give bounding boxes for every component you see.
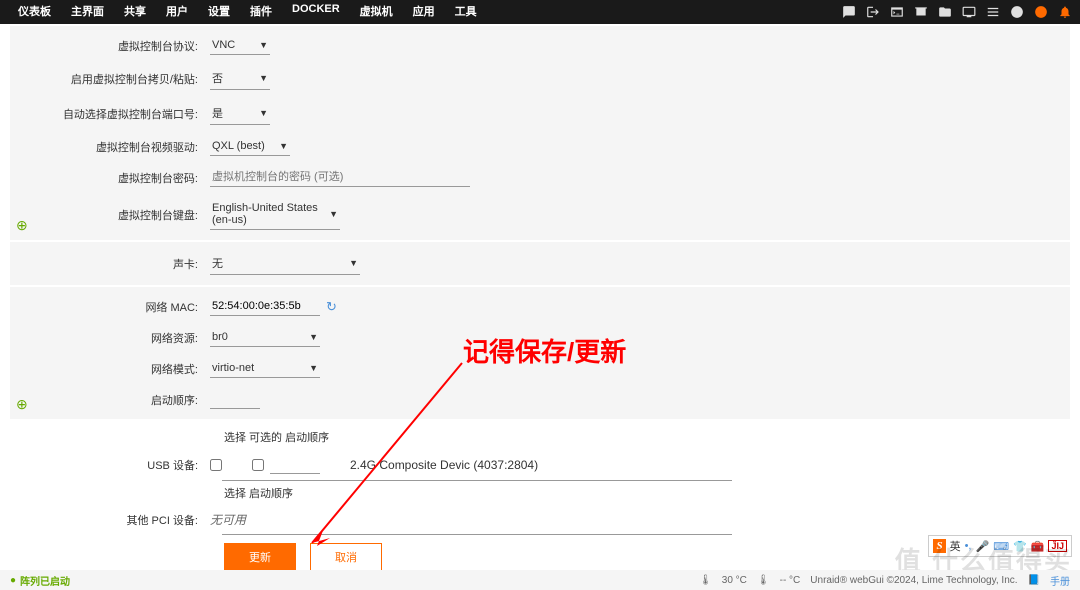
terminal-icon[interactable] xyxy=(890,5,904,19)
list-icon[interactable] xyxy=(986,5,1000,19)
nav-plugins[interactable]: 插件 xyxy=(240,0,282,27)
console-password-label: 虚拟控制台密码: xyxy=(10,170,210,186)
chevron-down-icon: ▼ xyxy=(349,258,358,268)
chevron-down-icon: ▼ xyxy=(329,209,338,219)
console-keyboard-select[interactable]: English-United States (en-us)▼ xyxy=(210,199,340,230)
pci-none-text: 无可用 xyxy=(210,511,246,528)
temp-icon-2: 🌡 xyxy=(757,575,770,586)
help-icon[interactable] xyxy=(1010,5,1024,19)
console-protocol-label: 虚拟控制台协议: xyxy=(10,38,210,54)
ime-keyboard-icon[interactable]: ⌨ xyxy=(993,540,1009,553)
ime-skin-icon[interactable]: 👕 xyxy=(1013,540,1027,553)
nav-icons xyxy=(842,5,1072,19)
windows-icon[interactable] xyxy=(914,5,928,19)
usb-device-name: 2.4G Composite Devic (4037:2804) xyxy=(350,458,538,472)
temp-icon-1: 🌡 xyxy=(699,575,712,586)
network-source-label: 网络资源: xyxy=(10,330,210,346)
monitor-icon[interactable] xyxy=(962,5,976,19)
ime-toolbar[interactable]: S 英 •, 🎤 ⌨ 👕 🧰 ĴIJ xyxy=(928,535,1072,557)
ime-brand-icon: ĴIJ xyxy=(1048,540,1067,552)
sound-select[interactable]: 无▼ xyxy=(210,252,360,275)
sound-section: 声卡: 无▼ xyxy=(10,242,1070,285)
nav-docker[interactable]: DOCKER xyxy=(282,0,350,27)
console-section: 虚拟控制台协议: VNC▼ 启用虚拟控制台拷贝/粘贴: 否▼ 自动选择虚拟控制台… xyxy=(10,26,1070,240)
status-dot-icon: ● xyxy=(10,575,16,586)
console-copypaste-select[interactable]: 否▼ xyxy=(210,67,270,90)
nav-shares[interactable]: 共享 xyxy=(114,0,156,27)
console-copypaste-label: 启用虚拟控制台拷贝/粘贴: xyxy=(10,71,210,87)
nav-tools[interactable]: 工具 xyxy=(445,0,487,27)
update-button[interactable]: 更新 xyxy=(224,543,296,571)
usb-info-2: 选择 启动顺序 xyxy=(10,481,1070,505)
nav-users[interactable]: 用户 xyxy=(156,0,198,27)
nav-vms[interactable]: 虚拟机 xyxy=(350,0,403,27)
usb-label: USB 设备: xyxy=(10,457,210,473)
console-video-label: 虚拟控制台视频驱动: xyxy=(10,139,210,155)
network-section: 网络 MAC: ↻ 网络资源: br0▼ 网络模式: virtio-net▼ 启… xyxy=(10,287,1070,419)
chevron-down-icon: ▼ xyxy=(259,73,268,83)
sound-label: 声卡: xyxy=(10,256,210,272)
network-bootorder-label: 启动顺序: xyxy=(10,392,210,408)
nav-tabs: 仪表板 主界面 共享 用户 设置 插件 DOCKER 虚拟机 应用 工具 xyxy=(8,0,487,27)
manual-icon: 📘 xyxy=(1028,575,1040,586)
refresh-mac-icon[interactable]: ↻ xyxy=(326,299,337,315)
temp-2: -- °C xyxy=(780,575,801,586)
network-mac-label: 网络 MAC: xyxy=(10,299,210,315)
array-status: ● 阵列已启动 xyxy=(10,573,70,588)
network-bootorder-input[interactable] xyxy=(210,390,260,409)
ime-toolbox-icon[interactable]: 🧰 xyxy=(1031,540,1045,553)
manual-link[interactable]: 手册 xyxy=(1050,573,1070,588)
cancel-button[interactable]: 取消 xyxy=(310,543,382,571)
chevron-down-icon: ▼ xyxy=(309,363,318,373)
add-console-icon[interactable]: ⊕ xyxy=(16,217,28,234)
chevron-down-icon: ▼ xyxy=(259,108,268,118)
top-navigation: 仪表板 主界面 共享 用户 设置 插件 DOCKER 虚拟机 应用 工具 xyxy=(0,0,1080,24)
chevron-down-icon: ▼ xyxy=(279,141,288,151)
footer: ● 阵列已启动 🌡 30 °C 🌡 -- °C Unraid® webGui ©… xyxy=(0,570,1080,590)
nav-apps[interactable]: 应用 xyxy=(403,0,445,27)
network-mac-input[interactable] xyxy=(210,297,320,316)
usb-select-checkbox[interactable] xyxy=(210,459,222,471)
nav-settings[interactable]: 设置 xyxy=(198,0,240,27)
chevron-down-icon: ▼ xyxy=(259,40,268,50)
pci-label: 其他 PCI 设备: xyxy=(10,512,210,528)
network-model-select[interactable]: virtio-net▼ xyxy=(210,359,320,378)
console-protocol-select[interactable]: VNC▼ xyxy=(210,36,270,55)
network-source-select[interactable]: br0▼ xyxy=(210,328,320,347)
console-autoport-label: 自动选择虚拟控制台端口号: xyxy=(10,106,210,122)
usb-info-1: 选择 可选的 启动顺序 xyxy=(10,425,1070,449)
console-video-select[interactable]: QXL (best)▼ xyxy=(210,137,290,156)
logout-icon[interactable] xyxy=(866,5,880,19)
ime-lang[interactable]: 英 xyxy=(950,538,961,554)
info-icon[interactable] xyxy=(1034,5,1048,19)
usb-pci-section: 选择 可选的 启动顺序 USB 设备: 2.4G Composite Devic… xyxy=(10,421,1070,583)
network-model-label: 网络模式: xyxy=(10,361,210,377)
nav-dashboard[interactable]: 仪表板 xyxy=(8,0,61,27)
nav-main[interactable]: 主界面 xyxy=(61,0,114,27)
feedback-icon[interactable] xyxy=(842,5,856,19)
console-password-input[interactable] xyxy=(210,168,470,187)
ime-logo-icon: S xyxy=(933,539,945,553)
folder-icon[interactable] xyxy=(938,5,952,19)
ime-punct-icon[interactable]: •, xyxy=(965,540,972,552)
ime-mic-icon[interactable]: 🎤 xyxy=(975,540,989,553)
console-keyboard-label: 虚拟控制台键盘: xyxy=(10,207,210,223)
usb-optional-checkbox[interactable] xyxy=(252,459,264,471)
usb-bootorder-input[interactable] xyxy=(270,455,320,474)
add-network-icon[interactable]: ⊕ xyxy=(16,396,28,413)
alert-icon[interactable] xyxy=(1058,5,1072,19)
copyright: Unraid® webGui ©2024, Lime Technology, I… xyxy=(810,575,1017,586)
chevron-down-icon: ▼ xyxy=(309,332,318,342)
console-autoport-select[interactable]: 是▼ xyxy=(210,102,270,125)
temp-1: 30 °C xyxy=(722,575,747,586)
